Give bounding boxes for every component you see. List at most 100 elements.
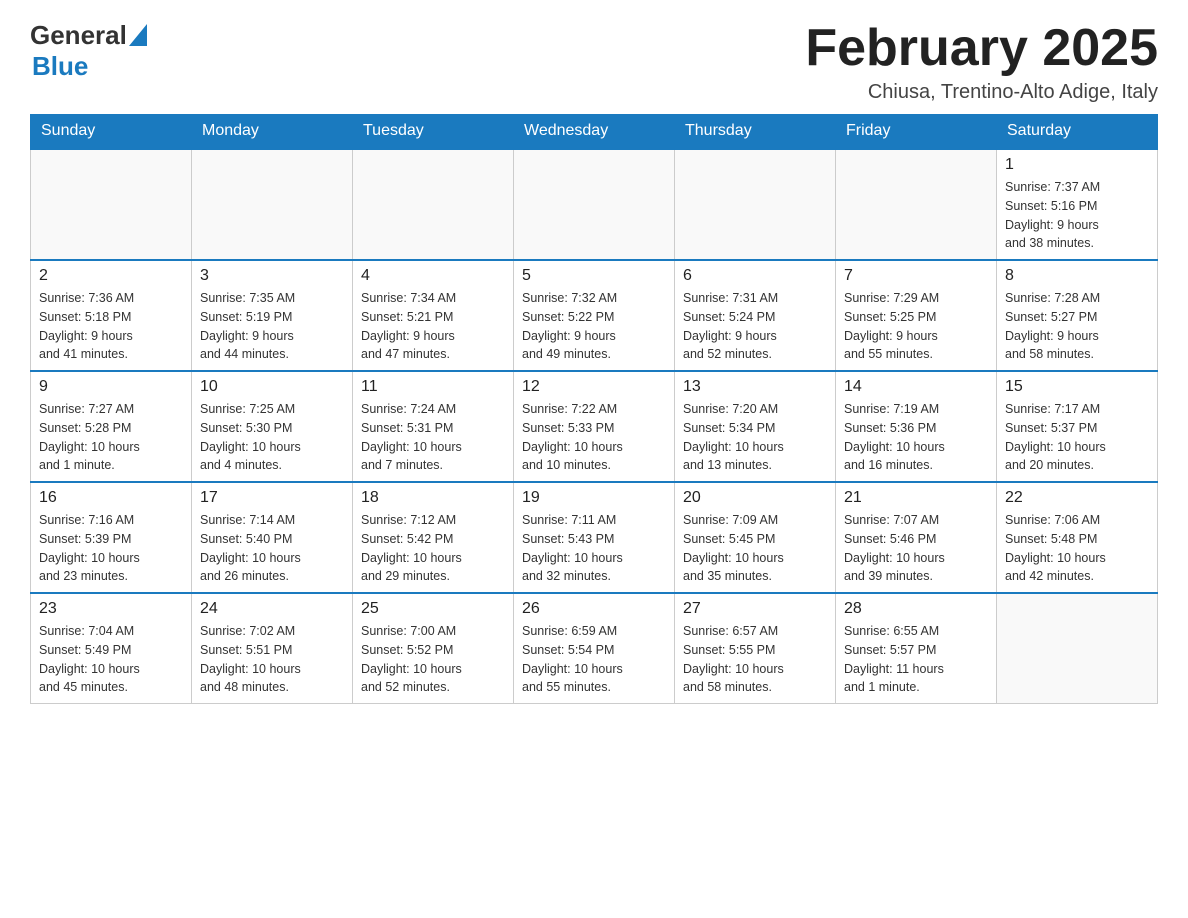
calendar-cell: 1 Sunrise: 7:37 AM Sunset: 5:16 PM Daylig… [997,149,1158,260]
day-number: 28 [844,600,988,618]
calendar-cell: 9 Sunrise: 7:27 AM Sunset: 5:28 PM Daylig… [31,371,192,482]
day-info: Sunrise: 6:59 AM Sunset: 5:54 PM Dayligh… [522,622,666,697]
day-number: 11 [361,378,505,396]
calendar-cell: 16 Sunrise: 7:16 AM Sunset: 5:39 PM Dayli… [31,482,192,593]
calendar-cell: 22 Sunrise: 7:06 AM Sunset: 5:48 PM Dayli… [997,482,1158,593]
day-number: 26 [522,600,666,618]
day-number: 4 [361,267,505,285]
day-number: 5 [522,267,666,285]
logo: General Blue [30,20,147,82]
calendar-cell: 24 Sunrise: 7:02 AM Sunset: 5:51 PM Dayli… [192,593,353,704]
day-info: Sunrise: 7:17 AM Sunset: 5:37 PM Dayligh… [1005,400,1149,475]
day-info: Sunrise: 7:06 AM Sunset: 5:48 PM Dayligh… [1005,511,1149,586]
day-number: 16 [39,489,183,507]
day-number: 22 [1005,489,1149,507]
logo-triangle-icon [129,24,147,46]
day-info: Sunrise: 7:24 AM Sunset: 5:31 PM Dayligh… [361,400,505,475]
calendar-cell: 12 Sunrise: 7:22 AM Sunset: 5:33 PM Dayli… [514,371,675,482]
day-number: 9 [39,378,183,396]
calendar-header-thursday: Thursday [675,114,836,149]
calendar-cell: 27Sunrise: 6:57 AM Sunset: 5:55 PM Dayli… [675,593,836,704]
calendar-cell: 10 Sunrise: 7:25 AM Sunset: 5:30 PM Dayli… [192,371,353,482]
calendar-table: SundayMondayTuesdayWednesdayThursdayFrid… [30,114,1158,704]
day-number: 3 [200,267,344,285]
day-info: Sunrise: 7:14 AM Sunset: 5:40 PM Dayligh… [200,511,344,586]
calendar-header-friday: Friday [836,114,997,149]
calendar-cell [514,149,675,260]
calendar-cell: 2 Sunrise: 7:36 AM Sunset: 5:18 PM Daylig… [31,260,192,371]
day-info: Sunrise: 7:25 AM Sunset: 5:30 PM Dayligh… [200,400,344,475]
calendar-cell: 20 Sunrise: 7:09 AM Sunset: 5:45 PM Dayli… [675,482,836,593]
day-info: Sunrise: 7:20 AM Sunset: 5:34 PM Dayligh… [683,400,827,475]
month-title: February 2025 [805,20,1158,77]
title-section: February 2025 Chiusa, Trentino-Alto Adig… [805,20,1158,104]
day-info: Sunrise: 7:12 AM Sunset: 5:42 PM Dayligh… [361,511,505,586]
day-number: 13 [683,378,827,396]
calendar-cell: 23 Sunrise: 7:04 AM Sunset: 5:49 PM Dayli… [31,593,192,704]
day-number: 20 [683,489,827,507]
calendar-cell: 11 Sunrise: 7:24 AM Sunset: 5:31 PM Dayli… [353,371,514,482]
day-info: Sunrise: 7:16 AM Sunset: 5:39 PM Dayligh… [39,511,183,586]
location: Chiusa, Trentino-Alto Adige, Italy [805,81,1158,104]
calendar-week-row: 2 Sunrise: 7:36 AM Sunset: 5:18 PM Daylig… [31,260,1158,371]
day-info: Sunrise: 7:00 AM Sunset: 5:52 PM Dayligh… [361,622,505,697]
day-info: Sunrise: 7:11 AM Sunset: 5:43 PM Dayligh… [522,511,666,586]
day-info: Sunrise: 7:04 AM Sunset: 5:49 PM Dayligh… [39,622,183,697]
day-number: 1 [1005,156,1149,174]
day-number: 7 [844,267,988,285]
calendar-cell: 17Sunrise: 7:14 AM Sunset: 5:40 PM Dayli… [192,482,353,593]
day-info: Sunrise: 7:37 AM Sunset: 5:16 PM Dayligh… [1005,178,1149,253]
calendar-header-wednesday: Wednesday [514,114,675,149]
calendar-week-row: 23 Sunrise: 7:04 AM Sunset: 5:49 PM Dayli… [31,593,1158,704]
day-info: Sunrise: 7:35 AM Sunset: 5:19 PM Dayligh… [200,289,344,364]
calendar-cell [997,593,1158,704]
logo-general: General [30,20,127,51]
day-info: Sunrise: 7:28 AM Sunset: 5:27 PM Dayligh… [1005,289,1149,364]
page-header: General Blue February 2025 Chiusa, Trent… [30,20,1158,104]
calendar-cell: 7 Sunrise: 7:29 AM Sunset: 5:25 PM Daylig… [836,260,997,371]
calendar-cell: 3 Sunrise: 7:35 AM Sunset: 5:19 PM Daylig… [192,260,353,371]
day-info: Sunrise: 7:34 AM Sunset: 5:21 PM Dayligh… [361,289,505,364]
day-info: Sunrise: 7:36 AM Sunset: 5:18 PM Dayligh… [39,289,183,364]
day-number: 2 [39,267,183,285]
calendar-cell: 19 Sunrise: 7:11 AM Sunset: 5:43 PM Dayli… [514,482,675,593]
day-number: 24 [200,600,344,618]
calendar-cell: 8 Sunrise: 7:28 AM Sunset: 5:27 PM Daylig… [997,260,1158,371]
calendar-header-saturday: Saturday [997,114,1158,149]
day-info: Sunrise: 7:27 AM Sunset: 5:28 PM Dayligh… [39,400,183,475]
day-info: Sunrise: 7:32 AM Sunset: 5:22 PM Dayligh… [522,289,666,364]
calendar-cell [192,149,353,260]
day-info: Sunrise: 7:09 AM Sunset: 5:45 PM Dayligh… [683,511,827,586]
day-number: 15 [1005,378,1149,396]
day-info: Sunrise: 7:07 AM Sunset: 5:46 PM Dayligh… [844,511,988,586]
calendar-cell: 14Sunrise: 7:19 AM Sunset: 5:36 PM Dayli… [836,371,997,482]
day-number: 12 [522,378,666,396]
calendar-week-row: 1 Sunrise: 7:37 AM Sunset: 5:16 PM Daylig… [31,149,1158,260]
day-number: 10 [200,378,344,396]
calendar-cell: 6 Sunrise: 7:31 AM Sunset: 5:24 PM Daylig… [675,260,836,371]
calendar-cell: 28 Sunrise: 6:55 AM Sunset: 5:57 PM Dayli… [836,593,997,704]
day-number: 21 [844,489,988,507]
calendar-cell: 4 Sunrise: 7:34 AM Sunset: 5:21 PM Daylig… [353,260,514,371]
day-info: Sunrise: 7:31 AM Sunset: 5:24 PM Dayligh… [683,289,827,364]
calendar-cell [353,149,514,260]
calendar-header-monday: Monday [192,114,353,149]
calendar-header-tuesday: Tuesday [353,114,514,149]
calendar-cell: 21 Sunrise: 7:07 AM Sunset: 5:46 PM Dayli… [836,482,997,593]
day-number: 19 [522,489,666,507]
calendar-cell [31,149,192,260]
day-info: Sunrise: 7:02 AM Sunset: 5:51 PM Dayligh… [200,622,344,697]
day-info: Sunrise: 7:29 AM Sunset: 5:25 PM Dayligh… [844,289,988,364]
day-number: 23 [39,600,183,618]
day-info: Sunrise: 6:57 AM Sunset: 5:55 PM Dayligh… [683,622,827,697]
calendar-cell: 25Sunrise: 7:00 AM Sunset: 5:52 PM Dayli… [353,593,514,704]
calendar-cell: 26 Sunrise: 6:59 AM Sunset: 5:54 PM Dayli… [514,593,675,704]
day-number: 6 [683,267,827,285]
day-number: 8 [1005,267,1149,285]
calendar-week-row: 9 Sunrise: 7:27 AM Sunset: 5:28 PM Daylig… [31,371,1158,482]
calendar-cell: 18Sunrise: 7:12 AM Sunset: 5:42 PM Dayli… [353,482,514,593]
day-info: Sunrise: 6:55 AM Sunset: 5:57 PM Dayligh… [844,622,988,697]
day-info: Sunrise: 7:22 AM Sunset: 5:33 PM Dayligh… [522,400,666,475]
day-info: Sunrise: 7:19 AM Sunset: 5:36 PM Dayligh… [844,400,988,475]
calendar-week-row: 16 Sunrise: 7:16 AM Sunset: 5:39 PM Dayli… [31,482,1158,593]
